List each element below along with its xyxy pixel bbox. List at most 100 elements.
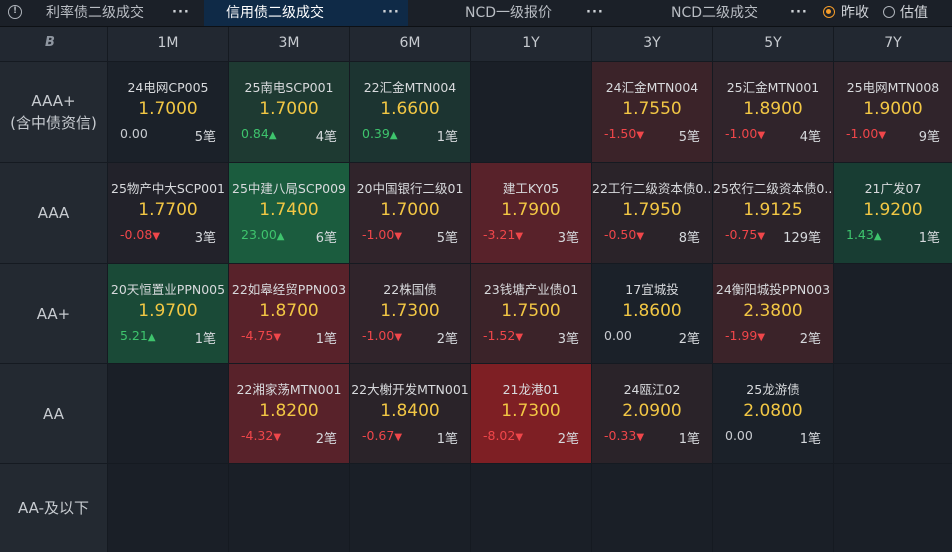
bond-name: 17宜城投 <box>625 282 679 297</box>
bond-cell[interactable]: 25汇金MTN001 1.8900 -1.00▼ 4笔 <box>713 62 833 162</box>
bond-cell[interactable]: 21广发07 1.9200 1.43▲ 1笔 <box>834 163 952 263</box>
change-value: 0.00 <box>120 126 148 141</box>
trade-count: 1笔 <box>194 332 216 347</box>
bond-cell[interactable]: 25农行二级资本债0... 1.9125 -0.75▼ 129笔 <box>713 163 833 263</box>
bond-name: 25汇金MTN001 <box>726 80 820 95</box>
bond-cell[interactable]: 22株国债 1.7300 -1.00▼ 2笔 <box>350 264 470 363</box>
bond-name: 20中国银行二级01 <box>356 181 464 196</box>
column-header-1y[interactable]: 1Y <box>471 27 591 61</box>
bond-cell[interactable]: 25中建八局SCP009 1.7400 23.00▲ 6笔 <box>229 163 349 263</box>
more-icon[interactable]: ··· <box>172 0 190 26</box>
arrow-down-icon: ▼ <box>878 130 887 141</box>
valuation-label[interactable]: 估值 <box>900 0 928 26</box>
yield-change: -0.75▼ <box>725 227 765 242</box>
yield-change: 0.00 <box>725 428 753 443</box>
bond-cell[interactable]: 25物产中大SCP001 1.7700 -0.08▼ 3笔 <box>108 163 228 263</box>
bond-cell[interactable]: 24电网CP005 1.7000 0.00 5笔 <box>108 62 228 162</box>
more-icon[interactable]: ··· <box>382 0 400 26</box>
column-header-6m[interactable]: 6M <box>350 27 470 61</box>
bond-cell[interactable]: 23钱塘产业债01 1.7500 -1.52▼ 3笔 <box>471 264 591 363</box>
bond-cell[interactable]: 25电网MTN008 1.9000 -1.00▼ 9笔 <box>834 62 952 162</box>
yield-change: 1.43▲ <box>846 227 882 242</box>
trade-count: 1笔 <box>436 130 458 145</box>
trade-count: 2笔 <box>557 432 579 447</box>
bond-cell[interactable]: 建工KY05 1.7900 -3.21▼ 3笔 <box>471 163 591 263</box>
bond-name: 22株国债 <box>383 282 437 297</box>
empty-cell <box>471 464 591 552</box>
corner-cell: B <box>0 27 107 61</box>
bond-cell[interactable]: 22汇金MTN004 1.6600 0.39▲ 1笔 <box>350 62 470 162</box>
empty-cell <box>834 464 952 552</box>
bond-cell[interactable]: 24汇金MTN004 1.7550 -1.50▼ 5笔 <box>592 62 712 162</box>
row-label: AAA+ <box>31 92 76 110</box>
column-header-3m[interactable]: 3M <box>229 27 349 61</box>
change-value: -1.99 <box>725 328 758 343</box>
bond-yield: 2.0800 <box>743 401 803 421</box>
bond-cell[interactable]: 21龙港01 1.7300 -8.02▼ 2笔 <box>471 364 591 463</box>
yield-change: 23.00▲ <box>241 227 285 242</box>
change-value: -1.00 <box>846 126 879 141</box>
tab-rate-bond-trades[interactable]: 利率债二级成交 ··· <box>26 0 204 26</box>
column-header-7y[interactable]: 7Y <box>834 27 952 61</box>
valuation-radio[interactable] <box>883 6 895 18</box>
trade-count: 6笔 <box>315 231 337 246</box>
bond-cell[interactable]: 22湘家荡MTN001 1.8200 -4.32▼ 2笔 <box>229 364 349 463</box>
bond-cell[interactable]: 20中国银行二级01 1.7000 -1.00▼ 5笔 <box>350 163 470 263</box>
yield-change: 0.84▲ <box>241 126 277 141</box>
bond-name: 22工行二级资本债0... <box>592 181 712 196</box>
column-header-5y[interactable]: 5Y <box>713 27 833 61</box>
bond-cell[interactable]: 22工行二级资本债0... 1.7950 -0.50▼ 8笔 <box>592 163 712 263</box>
bond-name: 24衡阳城投PPN003 <box>715 282 831 297</box>
tab-label: 利率债二级成交 <box>46 5 144 21</box>
arrow-up-icon: ▲ <box>389 130 398 141</box>
bond-cell[interactable]: 22大榭开发MTN001 1.8400 -0.67▼ 1笔 <box>350 364 470 463</box>
bond-cell[interactable]: 20天恒置业PPN005 1.9700 5.21▲ 1笔 <box>108 264 228 363</box>
logo-b-icon[interactable]: B <box>45 35 59 50</box>
column-header-3y[interactable]: 3Y <box>592 27 712 61</box>
info-icon[interactable]: ! <box>8 5 22 19</box>
prev-close-radio[interactable] <box>823 6 835 18</box>
trade-count: 2笔 <box>436 332 458 347</box>
empty-cell <box>108 364 228 463</box>
bond-yield: 1.8900 <box>743 99 803 119</box>
tab-label: 信用债二级成交 <box>226 5 324 21</box>
bond-yield: 2.0900 <box>622 401 682 421</box>
yield-change: -4.75▼ <box>241 328 281 343</box>
trade-count: 3笔 <box>194 231 216 246</box>
tab-ncd-primary-quotes[interactable]: NCD一级报价 ··· <box>408 0 612 26</box>
column-header-1m[interactable]: 1M <box>108 27 228 61</box>
empty-cell <box>471 62 591 162</box>
arrow-down-icon: ▼ <box>394 332 403 343</box>
empty-cell <box>229 464 349 552</box>
bond-cell[interactable]: 17宜城投 1.8600 0.00 2笔 <box>592 264 712 363</box>
yield-change: -1.00▼ <box>846 126 886 141</box>
bond-cell[interactable]: 25南电SCP001 1.7000 0.84▲ 4笔 <box>229 62 349 162</box>
more-icon[interactable]: ··· <box>586 0 604 26</box>
bond-cell[interactable]: 24瓯江02 2.0900 -0.33▼ 1笔 <box>592 364 712 463</box>
row-header: AA+ <box>0 264 107 363</box>
bond-cell[interactable]: 25龙游债 2.0800 0.00 1笔 <box>713 364 833 463</box>
yield-change: -4.32▼ <box>241 428 281 443</box>
prev-close-label[interactable]: 昨收 <box>841 0 869 26</box>
empty-cell <box>713 464 833 552</box>
bond-yield: 1.9700 <box>138 301 198 321</box>
bond-name: 建工KY05 <box>502 181 560 196</box>
arrow-down-icon: ▼ <box>273 432 282 443</box>
arrow-down-icon: ▼ <box>757 332 766 343</box>
bond-yield: 1.9000 <box>863 99 923 119</box>
bond-name: 21龙港01 <box>502 382 560 397</box>
yield-change: 0.39▲ <box>362 126 398 141</box>
row-sublabel: (含中债资信) <box>10 114 97 132</box>
change-value: -1.00 <box>362 227 395 242</box>
row-label: AA+ <box>36 304 71 323</box>
bond-yield: 1.7900 <box>501 200 561 220</box>
more-icon[interactable]: ··· <box>790 0 808 26</box>
bond-cell[interactable]: 24衡阳城投PPN003 2.3800 -1.99▼ 2笔 <box>713 264 833 363</box>
bond-yield: 2.3800 <box>743 301 803 321</box>
tab-ncd-secondary-trades[interactable]: NCD二级成交 ··· <box>612 0 816 26</box>
tab-credit-bond-trades[interactable]: 信用债二级成交 ··· <box>204 0 408 26</box>
bond-yield: 1.9125 <box>743 200 803 220</box>
trade-count: 2笔 <box>315 432 337 447</box>
bond-cell[interactable]: 22如皋经贸PPN003 1.8700 -4.75▼ 1笔 <box>229 264 349 363</box>
yield-change: -3.21▼ <box>483 227 523 242</box>
